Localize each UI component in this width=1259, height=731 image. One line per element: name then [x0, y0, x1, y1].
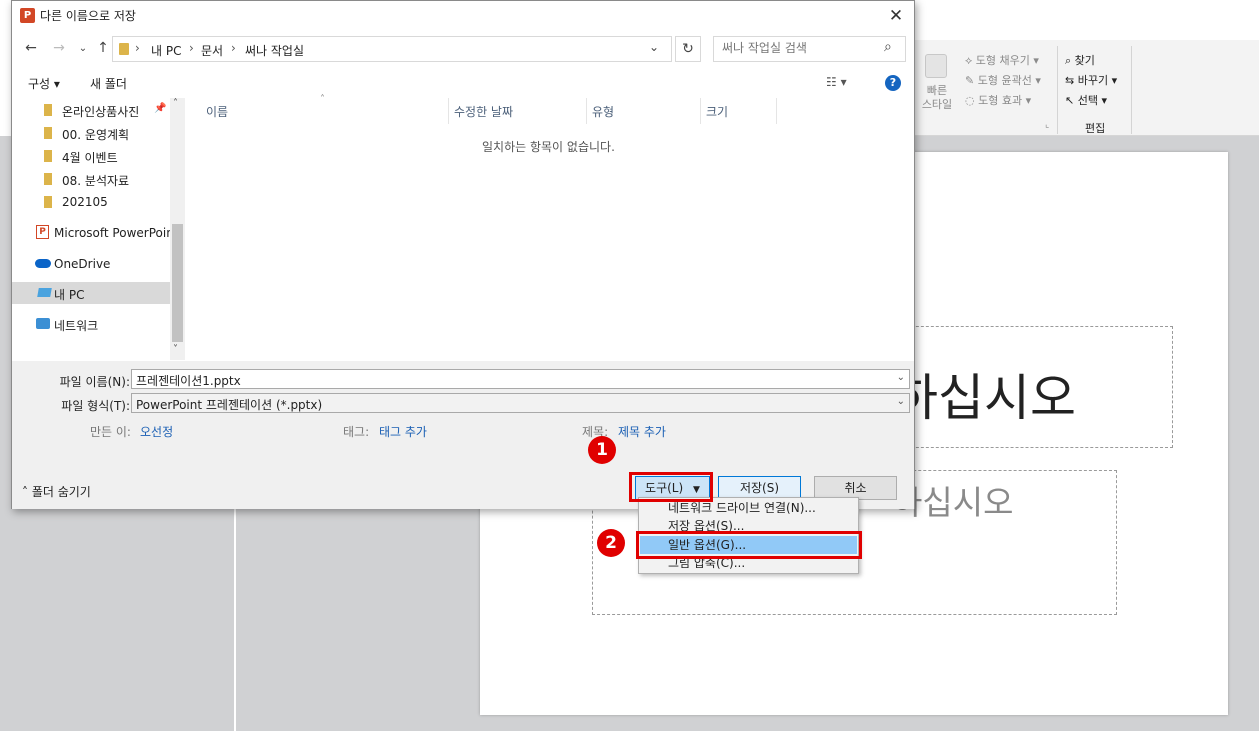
search-input[interactable]: [722, 41, 872, 55]
organize-button[interactable]: 구성 ▾: [28, 75, 60, 92]
scroll-down-icon[interactable]: ˅: [173, 344, 178, 355]
close-button[interactable]: ✕: [880, 3, 912, 29]
chevron-down-icon[interactable]: ⌄: [897, 396, 905, 407]
folder-icon: [44, 196, 52, 208]
nav-item-powerpoint[interactable]: P Microsoft PowerPoint: [12, 222, 179, 244]
folder-icon: [44, 173, 52, 185]
folder-icon: [44, 127, 52, 139]
navigation-bar: ← → ⌄ ↑ › 내 PC › 문서 › 써나 작업실 ⌄ ↻ ⌕: [12, 31, 914, 67]
help-icon[interactable]: ?: [885, 75, 901, 91]
folder-icon: [44, 104, 52, 116]
hide-folders-button[interactable]: ˄ 폴더 숨기기: [22, 483, 91, 500]
network-icon: [36, 318, 50, 329]
folder-icon: [119, 43, 129, 55]
search-icon: ⌕: [884, 39, 892, 55]
pc-icon: [37, 288, 52, 297]
save-as-dialog: P 다른 이름으로 저장 ✕ ← → ⌄ ↑ › 내 PC › 문서 › 써나 …: [11, 0, 915, 509]
recent-locations-chevron-icon[interactable]: ⌄: [74, 43, 92, 54]
up-arrow-icon[interactable]: ↑: [94, 40, 112, 56]
address-bar[interactable]: › 내 PC › 문서 › 써나 작업실 ⌄: [112, 36, 672, 62]
replace-button[interactable]: ⇆ 바꾸기 ▾: [1065, 72, 1117, 88]
cursor-icon: ↖: [1065, 94, 1075, 107]
navigation-pane: 온라인상품사진 📌 00. 운영계획 4월 이벤트 08. 분석자료 20210…: [12, 98, 186, 360]
sort-ascending-icon: ˄: [320, 94, 325, 105]
pin-icon: 📌: [154, 103, 167, 114]
nav-item-folder[interactable]: 00. 운영계획: [12, 122, 170, 144]
quick-style-label: 빠른 스타일: [921, 84, 953, 111]
step-2-marker: 2: [597, 529, 625, 557]
column-header-type[interactable]: 유형: [592, 103, 614, 120]
folder-icon: [44, 150, 52, 162]
quick-style-button[interactable]: [925, 54, 951, 78]
tags-label: 태그:: [343, 425, 370, 439]
dialog-titlebar: P 다른 이름으로 저장 ✕: [12, 1, 914, 31]
tools-button-highlight: [629, 472, 713, 502]
refresh-icon: ↻: [682, 41, 694, 57]
nav-scrollbar[interactable]: ˄ ˅: [170, 98, 185, 360]
breadcrumb-documents[interactable]: 문서: [201, 42, 223, 59]
column-header-size[interactable]: 크기: [706, 103, 728, 120]
replace-icon: ⇆: [1065, 74, 1075, 87]
onedrive-icon: [35, 259, 51, 268]
new-folder-button[interactable]: 새 폴더: [90, 75, 127, 92]
nav-item-my-pc[interactable]: 내 PC: [12, 282, 170, 304]
back-arrow-icon[interactable]: ←: [22, 40, 40, 56]
author-label: 만든 이:: [90, 425, 131, 439]
step-1-marker: 1: [588, 436, 616, 464]
command-bar: 구성 ▾ 새 폴더 ☷ ▾ ?: [12, 69, 914, 97]
empty-message: 일치하는 항목이 없습니다.: [482, 140, 615, 154]
title-placeholder-text: 하십시오: [892, 369, 1076, 427]
powerpoint-icon: P: [20, 8, 35, 23]
nav-item-folder[interactable]: 온라인상품사진 📌: [12, 99, 170, 121]
view-options-icon[interactable]: ☷ ▾: [826, 75, 847, 89]
column-header-name[interactable]: 이름: [206, 103, 228, 120]
nav-item-folder[interactable]: 4월 이벤트: [12, 145, 170, 167]
shape-effects-button[interactable]: ◌ 도형 효과 ▾: [965, 92, 1031, 108]
ribbon-group-edit-label: 편집: [1085, 122, 1106, 135]
chevron-down-icon[interactable]: ⌄: [649, 40, 659, 54]
chevron-down-icon[interactable]: ⌄: [897, 372, 905, 383]
scrollbar-thumb[interactable]: [172, 224, 183, 342]
file-type-label: 파일 형식(T):: [61, 399, 130, 413]
forward-arrow-icon[interactable]: →: [50, 40, 68, 56]
find-icon: ⌕: [1065, 54, 1072, 67]
file-type-select[interactable]: PowerPoint 프레젠테이션 (*.pptx) ⌄: [131, 393, 910, 413]
nav-item-folder[interactable]: 08. 분석자료: [12, 168, 170, 190]
chevron-up-icon: ˄: [22, 485, 28, 499]
scroll-up-icon[interactable]: ˄: [173, 98, 178, 109]
ribbon: 빠른 스타일 ⟡ 도형 채우기 ▾ ✎ 도형 윤곽선 ▾ ◌ 도형 효과 ▾ ⌞…: [915, 40, 1259, 136]
refresh-button[interactable]: ↻: [675, 36, 701, 62]
shape-outline-button[interactable]: ✎ 도형 윤곽선 ▾: [965, 72, 1041, 88]
dialog-title: 다른 이름으로 저장: [40, 9, 136, 23]
file-name-label: 파일 이름(N):: [59, 375, 130, 389]
save-options-panel: 파일 이름(N): 프레젠테이션1.pptx ⌄ 파일 형식(T): Power…: [12, 361, 914, 509]
breadcrumb-current-folder[interactable]: 써나 작업실: [245, 42, 304, 59]
tags-value[interactable]: 태그 추가: [379, 423, 427, 440]
nav-item-network[interactable]: 네트워크: [12, 313, 170, 335]
quick-style-icon: [925, 54, 947, 78]
general-options-highlight: [636, 531, 862, 559]
column-header-date-modified[interactable]: 수정한 날짜: [454, 103, 513, 120]
dialog-launcher-icon[interactable]: ⌞: [1045, 120, 1049, 130]
select-button[interactable]: ↖ 선택 ▾: [1065, 92, 1107, 108]
find-button[interactable]: ⌕ 찾기: [1065, 52, 1095, 68]
nav-item-folder[interactable]: 202105: [12, 191, 170, 213]
search-box[interactable]: ⌕: [713, 36, 906, 62]
file-name-input[interactable]: 프레젠테이션1.pptx ⌄: [131, 369, 910, 389]
powerpoint-icon: P: [36, 225, 49, 239]
file-list: ˄ 이름 수정한 날짜 유형 크기 일치하는 항목이 없습니다.: [186, 94, 914, 360]
title-value[interactable]: 제목 추가: [618, 423, 666, 440]
author-value[interactable]: 오선정: [140, 423, 173, 440]
nav-item-onedrive[interactable]: OneDrive: [12, 253, 170, 275]
shape-fill-button[interactable]: ⟡ 도형 채우기 ▾: [965, 52, 1039, 68]
breadcrumb-my-pc[interactable]: 내 PC: [151, 42, 181, 59]
